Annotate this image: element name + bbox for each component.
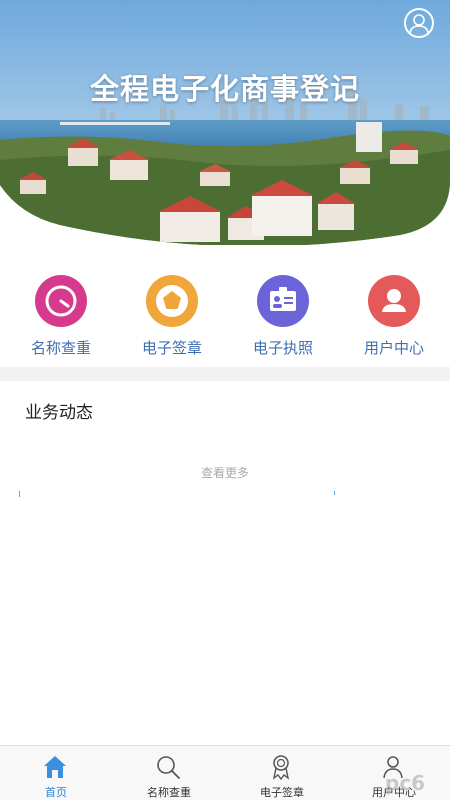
quick-action-label: 电子签章 <box>141 339 202 357</box>
loading-indicator-left <box>19 491 20 497</box>
tab-home[interactable]: 首页 <box>0 746 112 801</box>
loading-indicator-right <box>334 491 335 495</box>
user-outline-icon <box>409 14 429 34</box>
quick-action-label: 名称查重 <box>30 339 91 357</box>
page-title: 全程电子化商事登记 <box>89 72 360 106</box>
tab-name-check[interactable]: 名称查重 <box>113 746 225 801</box>
pentagon-seal-icon <box>146 275 198 327</box>
city-skyline-image <box>0 0 450 245</box>
id-card-icon <box>257 275 309 327</box>
section-divider <box>0 367 450 381</box>
tab-label: 首页 <box>45 786 67 799</box>
tab-label: 电子签章 <box>260 786 304 799</box>
profile-button[interactable] <box>404 8 434 38</box>
tab-e-seal[interactable]: 电子签章 <box>226 746 338 801</box>
gauge-icon <box>35 275 87 327</box>
search-icon <box>157 756 180 779</box>
hero-banner: 全程电子化商事登记 <box>0 0 450 245</box>
bottom-tab-bar: 首页 名称查重 电子签章 用户中心 <box>0 745 450 800</box>
watermark: pc6 <box>385 771 426 795</box>
quick-action-label: 电子执照 <box>252 339 313 357</box>
home-icon <box>44 756 66 778</box>
quick-action-e-seal[interactable]: 电子签章 <box>116 270 228 358</box>
seal-ribbon-icon <box>272 755 290 781</box>
quick-action-label: 用户中心 <box>363 339 424 357</box>
person-icon <box>368 275 420 327</box>
view-more-link[interactable]: 查看更多 <box>0 464 450 481</box>
quick-action-name-check[interactable]: 名称查重 <box>5 270 117 358</box>
quick-action-e-license[interactable]: 电子执照 <box>227 270 339 358</box>
quick-actions: 名称查重 电子签章 电子执照 用户中心 <box>0 270 450 360</box>
quick-action-user-center[interactable]: 用户中心 <box>338 270 450 358</box>
tab-label: 名称查重 <box>147 786 191 799</box>
news-section-title: 业务动态 <box>25 403 93 423</box>
